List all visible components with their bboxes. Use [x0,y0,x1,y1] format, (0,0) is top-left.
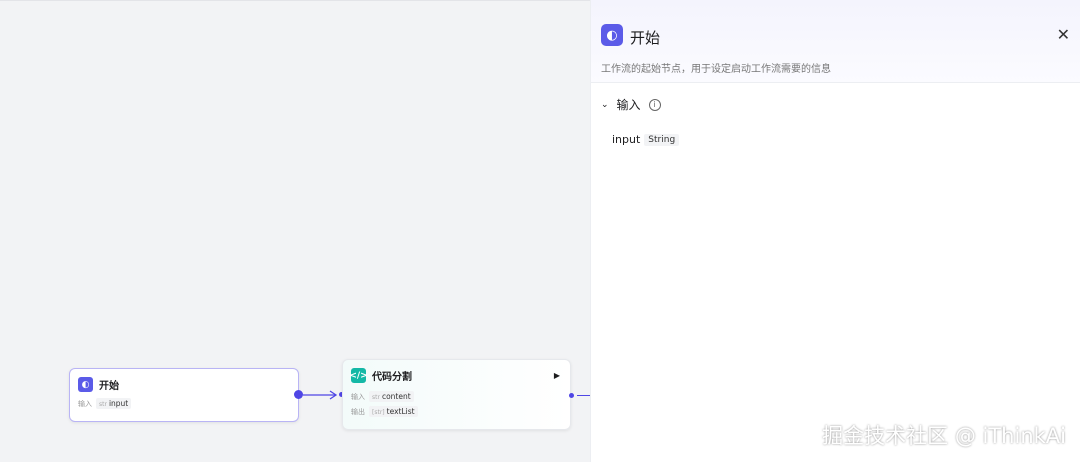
panel-description: 工作流的起始节点，用于设定启动工作流需要的信息 [601,64,831,75]
variable-type: String [644,133,680,146]
start-icon: ◐ [78,377,93,392]
code-icon: </> [349,368,368,383]
code-split-node[interactable]: </> 代码分割 ▶ 输入 str content 输出 [str] textList [342,359,571,430]
watermark: 掘金技术社区 @ iThinkAi [822,424,1066,448]
panel-header: ◐ 开始 ✕ 工作流的起始节点，用于设定启动工作流需要的信息 [591,0,1080,83]
panel-title: 开始 [630,29,661,47]
start-node[interactable]: ◐ 开始 输入 str input [69,368,299,422]
output-port[interactable] [294,390,303,399]
input-tag: str content [369,391,414,402]
output-label: 输出 [351,407,365,416]
node-detail-panel: ◐ 开始 ✕ 工作流的起始节点，用于设定启动工作流需要的信息 ⌄ 输入 i inpu… [590,0,1080,462]
edge-connector [303,390,338,400]
input-section-toggle[interactable]: ⌄ 输入 i [601,96,661,113]
node-title: 代码分割 [372,372,412,383]
variable-name: input [612,133,641,146]
info-icon[interactable]: i [648,98,661,111]
start-icon: ◐ [601,24,623,46]
variable-item: input String [612,133,680,146]
output-port[interactable] [569,393,574,398]
section-title: 输入 [616,98,641,112]
run-icon[interactable]: ▶ [554,371,560,380]
input-label: 输入 [351,392,365,401]
input-label: 输入 [78,399,92,408]
output-tag: [str] textList [369,406,418,417]
input-tag: str input [96,398,132,409]
close-icon[interactable]: ✕ [1057,25,1070,44]
node-title: 开始 [99,381,119,392]
edge-connector [577,395,590,396]
chevron-down-icon: ⌄ [601,99,609,110]
